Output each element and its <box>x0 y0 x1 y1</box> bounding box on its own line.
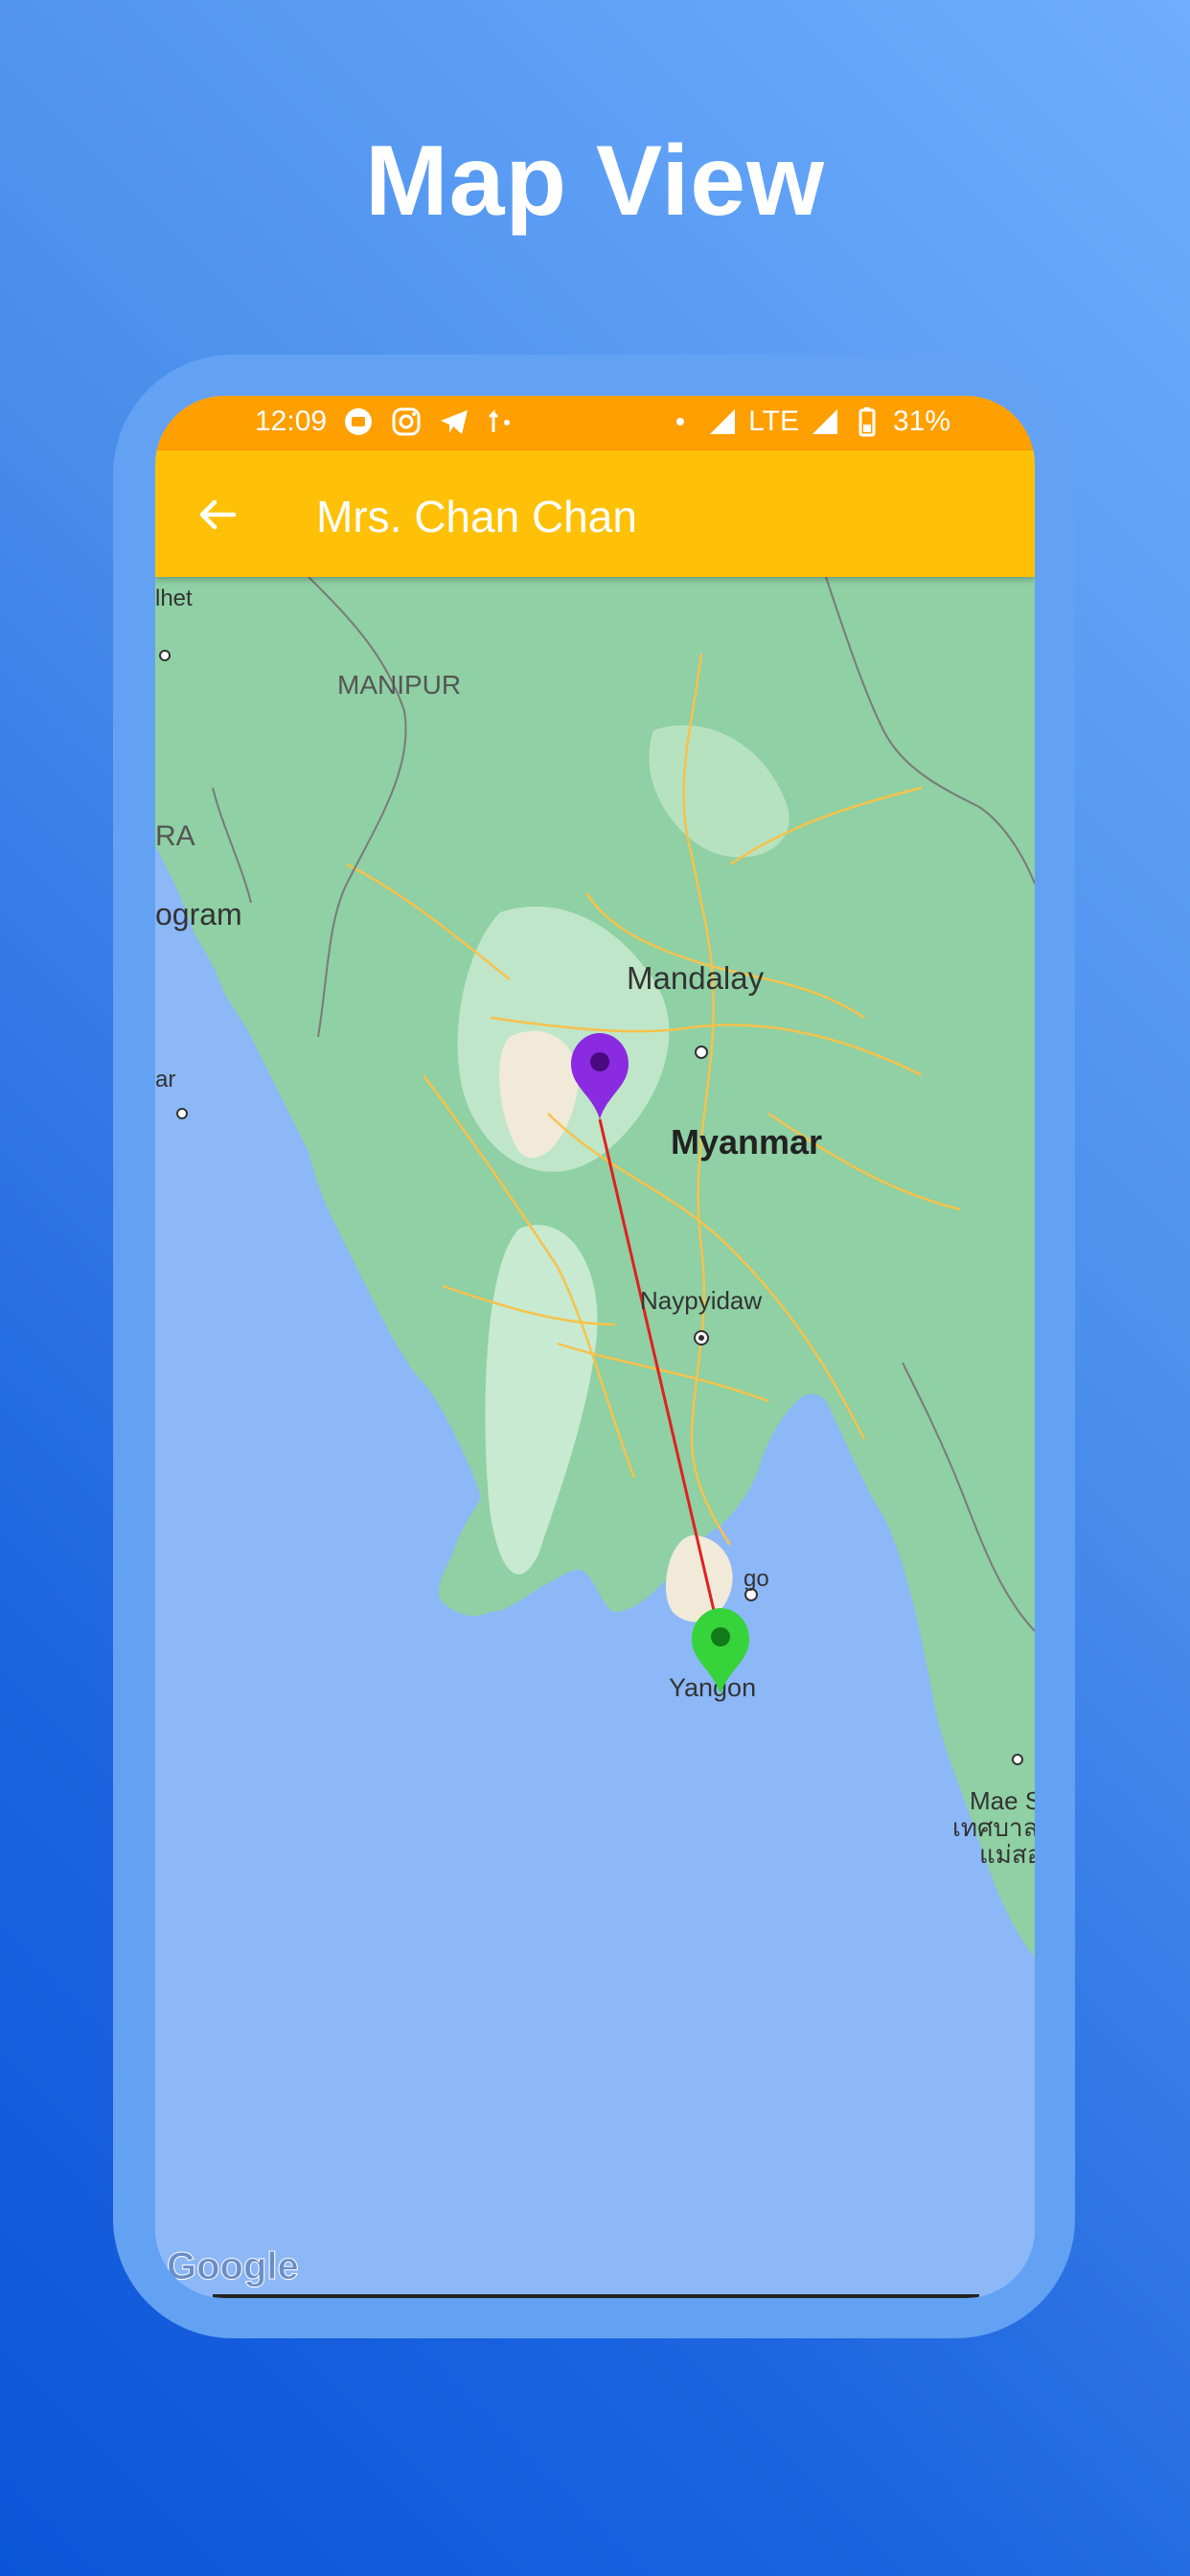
page-headline: Map View <box>364 126 825 237</box>
instagram-icon <box>392 407 421 436</box>
label-chittagong: ogram <box>155 897 242 932</box>
capital-dot <box>698 1335 704 1341</box>
phone-screen: 12:09 LTE 31% Mrs. Chan Chan lhet MANIPU… <box>155 396 1035 2298</box>
label-naypyidaw: Naypyidaw <box>640 1286 762 1315</box>
battery-icon <box>858 407 876 437</box>
network-type: LTE <box>748 405 799 437</box>
label-mae-sot: Mae S <box>970 1786 1035 1815</box>
notification-app-icon <box>345 408 373 435</box>
app-bar: Mrs. Chan Chan <box>155 450 1035 577</box>
map-canvas[interactable]: lhet MANIPUR RA ogram ar Mandalay Myanma… <box>155 577 1035 2298</box>
label-sylhet: lhet <box>155 586 193 611</box>
label-tripura: RA <box>155 820 195 852</box>
label-edge: ar <box>155 1067 175 1092</box>
status-bar: 12:09 LTE 31% <box>155 396 1035 450</box>
data-transfer-icon <box>489 409 511 432</box>
signal-icon <box>710 409 736 434</box>
bottom-edge-line <box>213 2294 979 2298</box>
map-view[interactable]: lhet MANIPUR RA ogram ar Mandalay Myanma… <box>155 577 1035 2298</box>
label-bago: go <box>744 1566 769 1592</box>
status-time: 12:09 <box>255 405 328 437</box>
telegram-icon <box>441 410 469 434</box>
label-myanmar: Myanmar <box>671 1122 822 1162</box>
dot-icon <box>676 418 685 426</box>
arrow-left-icon[interactable] <box>192 489 243 540</box>
google-attribution-logo: Google <box>167 2245 299 2288</box>
label-mandalay: Mandalay <box>627 960 765 996</box>
label-thai-2: แม่สอ <box>979 1840 1035 1869</box>
signal-icon-2 <box>812 409 837 434</box>
label-thai-1: เทศบาล <box>952 1813 1035 1842</box>
app-title: Mrs. Chan Chan <box>316 492 637 541</box>
label-manipur: MANIPUR <box>337 670 461 700</box>
battery-percent: 31% <box>892 405 950 437</box>
